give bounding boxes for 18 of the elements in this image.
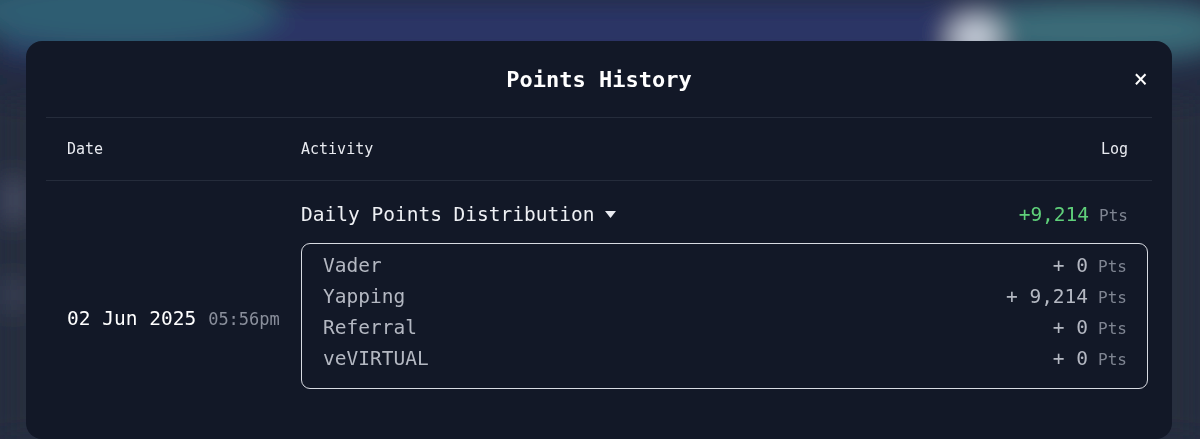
source-points: + 0 Pts (1052, 316, 1127, 339)
source-points: + 0 Pts (1052, 347, 1127, 370)
column-header: Date (67, 140, 105, 158)
close-button[interactable]: × (1129, 65, 1152, 93)
activity-toggle[interactable]: Daily Points Distribution (301, 203, 616, 226)
column-header: Activity (301, 140, 375, 158)
points-total: +9,214 Pts (1018, 203, 1128, 226)
column-header: Log (1100, 140, 1128, 158)
source-points: + 0 Pts (1052, 254, 1127, 277)
caret-icon (604, 211, 616, 218)
source-label: Yapping (323, 285, 406, 308)
source-label: veVIRTUAL (323, 347, 429, 370)
dialog-title: Points History (506, 66, 692, 92)
entry-time: 05:56pm (208, 308, 280, 329)
source-label: Referral (323, 316, 417, 339)
entry-date: 02 Jun 2025 (67, 306, 197, 330)
source-label: Vader (323, 254, 382, 277)
source-points: + 9,214 Pts (1005, 285, 1127, 308)
